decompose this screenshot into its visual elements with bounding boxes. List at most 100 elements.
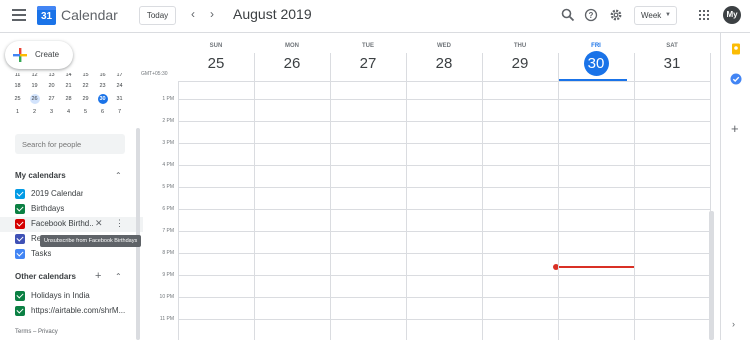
day-of-week: TUE: [362, 43, 374, 49]
settings-icon[interactable]: [609, 8, 623, 22]
mini-day[interactable]: 24: [111, 80, 128, 93]
mini-day[interactable]: 2: [26, 106, 43, 119]
calendar-item[interactable]: Birthdays: [0, 202, 143, 217]
mini-day[interactable]: 23: [94, 80, 111, 93]
calendar-item[interactable]: Holidays in India: [0, 289, 143, 304]
day-of-week: SAT: [666, 43, 678, 49]
day-number[interactable]: 31: [660, 51, 685, 76]
chevron-right-icon[interactable]: ›: [732, 319, 735, 329]
hour-line: [178, 143, 711, 144]
day-number[interactable]: 26: [280, 51, 305, 76]
mini-calendar-week: 18 19 20 21 22 23 24: [9, 80, 131, 93]
day-number[interactable]: 28: [432, 51, 457, 76]
mini-day[interactable]: 1: [9, 106, 26, 119]
plus-icon: [13, 48, 27, 62]
search-icon[interactable]: [561, 8, 575, 22]
calendar-item[interactable]: Tasks: [0, 247, 143, 262]
privacy-link[interactable]: Privacy: [38, 329, 58, 335]
mini-day[interactable]: 20: [43, 80, 60, 93]
add-icon[interactable]: +: [731, 121, 739, 136]
mini-day[interactable]: 15: [77, 73, 94, 80]
hour-label: 4 PM: [162, 162, 174, 168]
chevron-right-icon[interactable]: ›: [210, 7, 214, 21]
mini-day-today[interactable]: 30: [94, 93, 111, 106]
mini-day[interactable]: 29: [77, 93, 94, 106]
day-number[interactable]: 29: [508, 51, 533, 76]
mini-day[interactable]: 21: [60, 80, 77, 93]
mini-day[interactable]: 28: [60, 93, 77, 106]
mini-day[interactable]: 17: [111, 73, 128, 80]
checkbox[interactable]: [15, 306, 25, 316]
mini-day[interactable]: 25: [9, 93, 26, 106]
mini-day[interactable]: 6: [94, 106, 111, 119]
more-vert-icon[interactable]: ⋮: [115, 218, 124, 229]
mini-day[interactable]: 3: [43, 106, 60, 119]
chevron-up-icon[interactable]: ⌃: [115, 272, 122, 281]
avatar[interactable]: My: [723, 6, 741, 24]
mini-day[interactable]: 14: [60, 73, 77, 80]
calendar-label: Facebook Birthd...: [31, 219, 93, 228]
sidebar-scrollbar[interactable]: [136, 128, 140, 340]
calendar-label: 2019 Calendar: [31, 189, 84, 198]
day-header-thu[interactable]: THU 29: [482, 33, 558, 81]
hour-line: [178, 297, 711, 298]
menu-icon[interactable]: [12, 9, 26, 21]
checkbox[interactable]: [15, 204, 25, 214]
checkbox[interactable]: [15, 219, 25, 229]
close-icon[interactable]: ✕: [95, 218, 103, 229]
hour-line: [178, 99, 711, 100]
chevron-up-icon[interactable]: ⌃: [115, 171, 122, 180]
mini-day[interactable]: 19: [26, 80, 43, 93]
hour-label: 10 PM: [159, 294, 174, 300]
create-label: Create: [35, 50, 60, 59]
checkbox[interactable]: [15, 234, 25, 244]
mini-day[interactable]: 22: [77, 80, 94, 93]
mini-day[interactable]: 31: [111, 93, 128, 106]
checkbox[interactable]: [15, 291, 25, 301]
day-header-tue[interactable]: TUE 27: [330, 33, 406, 81]
keep-icon[interactable]: [730, 43, 742, 55]
tasks-icon[interactable]: [730, 73, 742, 85]
terms-link[interactable]: Terms: [15, 329, 31, 335]
day-number[interactable]: 25: [204, 51, 229, 76]
mini-day[interactable]: 16: [94, 73, 111, 80]
chevron-left-icon[interactable]: ‹: [191, 7, 195, 21]
checkbox[interactable]: [15, 189, 25, 199]
hour-label: 1 PM: [162, 96, 174, 102]
day-number[interactable]: 30: [583, 51, 609, 76]
mini-day-selected[interactable]: 26: [26, 93, 43, 106]
month-title: August 2019: [233, 6, 312, 22]
apps-icon[interactable]: [699, 10, 709, 20]
search-people-input[interactable]: [15, 134, 125, 154]
svg-text:?: ?: [589, 11, 594, 20]
day-header-sat[interactable]: SAT 31: [634, 33, 710, 81]
day-header-fri[interactable]: FRI 30: [558, 33, 634, 81]
mini-day[interactable]: 7: [111, 106, 128, 119]
view-label: Week: [641, 11, 662, 20]
help-icon[interactable]: ?: [584, 8, 598, 22]
day-header-sun[interactable]: SUN 25: [178, 33, 254, 81]
day-header-wed[interactable]: WED 28: [406, 33, 482, 81]
my-calendars-title[interactable]: My calendars: [15, 171, 66, 180]
other-calendars-title[interactable]: Other calendars: [15, 272, 76, 281]
mini-day[interactable]: 27: [43, 93, 60, 106]
day-header-mon[interactable]: MON 26: [254, 33, 330, 81]
checkbox[interactable]: [15, 249, 25, 259]
mini-day[interactable]: 12: [26, 73, 43, 80]
day-of-week: FRI: [591, 43, 601, 49]
calendar-item-facebook-birthdays[interactable]: Facebook Birthd... ✕ ⋮: [0, 217, 143, 232]
hour-label: 11 PM: [159, 316, 174, 322]
today-button[interactable]: Today: [139, 6, 176, 25]
mini-day[interactable]: 18: [9, 80, 26, 93]
tooltip: Unsubscribe from Facebook Birthdays: [40, 235, 142, 247]
calendar-item[interactable]: https://airtable.com/shrM...: [0, 304, 143, 319]
mini-day[interactable]: 11: [9, 73, 26, 80]
view-select[interactable]: Week ▼: [634, 6, 677, 25]
calendar-item[interactable]: 2019 Calendar: [0, 187, 143, 202]
mini-day[interactable]: 13: [43, 73, 60, 80]
add-icon[interactable]: +: [95, 270, 101, 282]
create-button[interactable]: Create: [5, 41, 73, 69]
mini-day[interactable]: 4: [60, 106, 77, 119]
mini-day[interactable]: 5: [77, 106, 94, 119]
day-number[interactable]: 27: [356, 51, 381, 76]
